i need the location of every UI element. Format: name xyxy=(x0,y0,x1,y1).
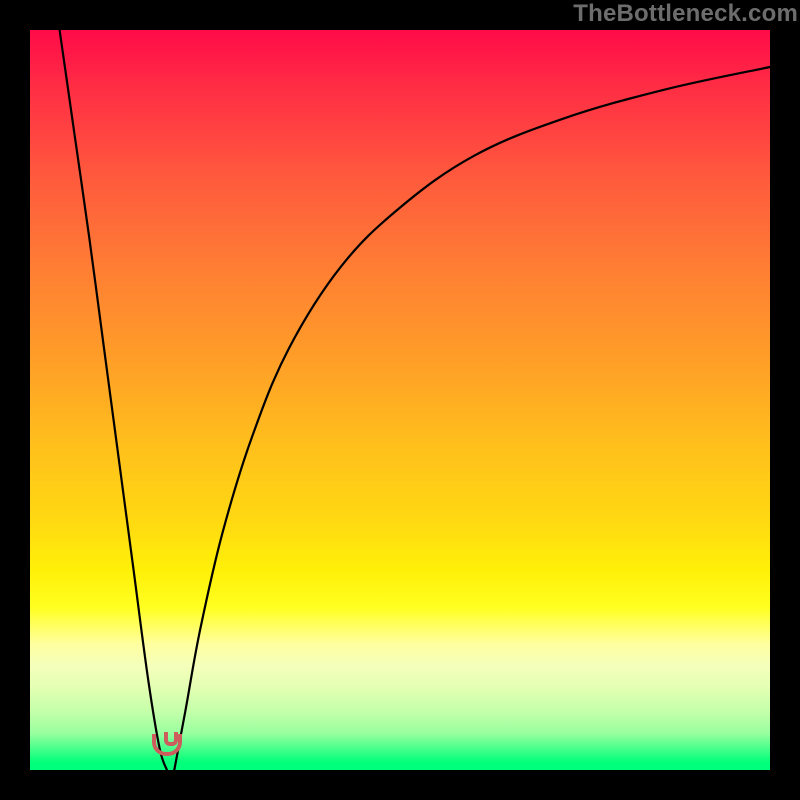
bottleneck-marker-notch xyxy=(164,732,178,746)
curve-left-branch xyxy=(60,30,167,770)
curve-right-branch xyxy=(174,67,770,770)
chart-curves xyxy=(30,30,770,770)
chart-frame xyxy=(30,30,770,770)
watermark-label: TheBottleneck.com xyxy=(573,0,798,28)
